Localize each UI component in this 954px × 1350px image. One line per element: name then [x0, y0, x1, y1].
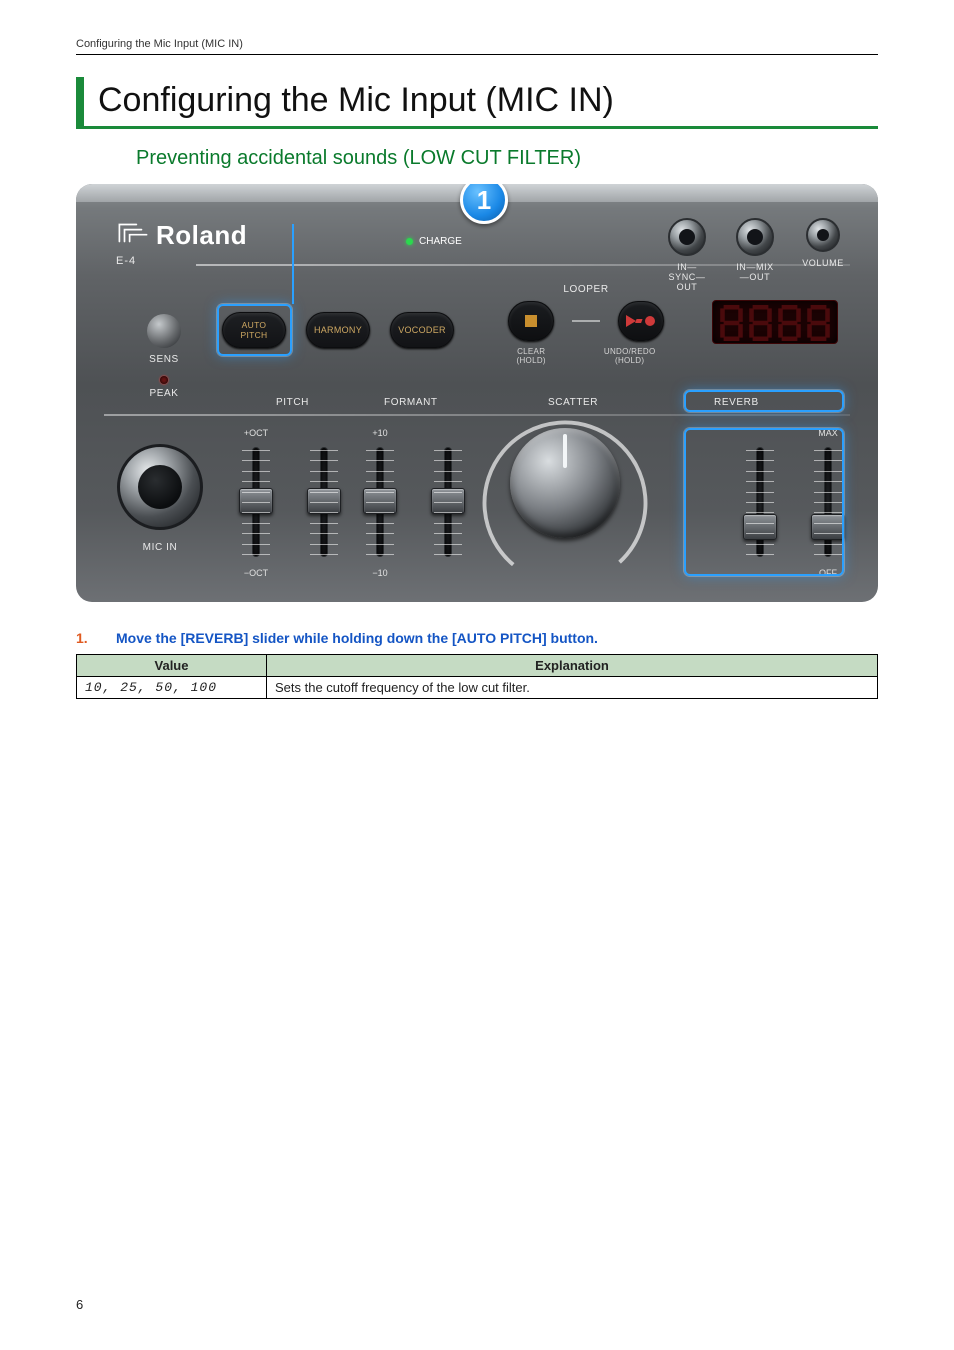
charge-indicator: CHARGE [406, 236, 462, 247]
table-header-explanation: Explanation [267, 655, 878, 677]
volume-label: VOLUME [802, 258, 844, 268]
seg-digit-icon [719, 305, 744, 341]
sens-label: SENS [134, 354, 194, 365]
slider-cap-top: +OCT [231, 428, 281, 438]
pitch-slider-group: +OCT −OCT [244, 442, 336, 562]
h1-container: Configuring the Mic Input (MIC IN) [76, 77, 878, 129]
table-cell-value: 10, 25, 50, 100 [77, 677, 267, 699]
looper-play-rec-button [618, 301, 664, 341]
jack-mix-label: IN—MIX—OUT [734, 262, 776, 282]
brand-area: Roland E-4 [116, 220, 247, 267]
looper-undo-label: UNDO/REDO(HOLD) [604, 347, 656, 365]
jack-sync: IN—SYNC—OUT [666, 218, 708, 292]
vocoder-button: VOCODER [390, 312, 454, 348]
parameter-table: Value Explanation 10, 25, 50, 100 Sets t… [76, 654, 878, 699]
jack-ring-icon [668, 218, 706, 256]
big-knob-icon [510, 428, 620, 538]
stop-icon [525, 315, 537, 327]
pitch-slider-2 [312, 442, 336, 562]
peak-indicator: PEAK [138, 376, 190, 399]
scatter-knob [490, 428, 640, 538]
volume-knob-icon [806, 218, 840, 252]
formant-slider: +10 −10 [368, 442, 392, 562]
scatter-label: SCATTER [548, 397, 598, 408]
step-number: 1. [76, 630, 94, 646]
device-panel-figure: 1 Roland E-4 CHARGE IN—SYNC—OUT IN—MIX—O… [76, 184, 878, 602]
step-text: Move the [REVERB] slider while holding d… [116, 630, 598, 646]
seg-digit-icon [777, 305, 802, 341]
section-heading: Preventing accidental sounds (LOW CUT FI… [136, 147, 878, 170]
slider-cap-bot: −OCT [231, 568, 281, 578]
jack-mix: IN—MIX—OUT [734, 218, 776, 282]
jack-row: IN—SYNC—OUT IN—MIX—OUT VOLUME [666, 218, 844, 292]
highlight-auto-pitch [217, 304, 292, 356]
highlight-reverb-label [684, 390, 844, 412]
panel-divider-mid [104, 414, 850, 416]
looper-stop-button [508, 301, 554, 341]
seg-digit-icon [748, 305, 773, 341]
callout-leader [292, 224, 294, 304]
table-header-value: Value [77, 655, 267, 677]
formant-slider-group: +10 −10 [368, 442, 460, 562]
charge-led-icon [406, 238, 413, 245]
mic-in-jack: MIC IN [110, 444, 210, 553]
table-row: 10, 25, 50, 100 Sets the cutoff frequenc… [77, 677, 878, 699]
peak-led-icon [160, 376, 168, 384]
pitch-slider: +OCT −OCT [244, 442, 268, 562]
looper-title: LOOPER [486, 284, 686, 295]
formant-slider-2 [436, 442, 460, 562]
pitch-label: PITCH [276, 397, 309, 408]
brand-name: Roland [156, 220, 247, 251]
charge-label: CHARGE [419, 236, 462, 247]
seg-digit-icon [806, 305, 831, 341]
looper-clear-label: CLEAR(HOLD) [517, 347, 546, 365]
mic-in-ring-icon [117, 444, 203, 530]
brand-logo-icon [116, 221, 150, 250]
mic-in-label: MIC IN [110, 542, 210, 553]
running-header: Configuring the Mic Input (MIC IN) [76, 38, 878, 55]
looper-section: LOOPER CLEAR(HOLD) UNDO/REDO(HOLD) [486, 284, 686, 365]
table-cell-explanation: Sets the cutoff frequency of the low cut… [267, 677, 878, 699]
callout-badge-1: 1 [460, 184, 508, 224]
slider-cap-bot: −10 [355, 568, 405, 578]
play-rec-icon [626, 315, 656, 327]
page-number: 6 [76, 1297, 83, 1312]
sens-knob: SENS [134, 314, 194, 365]
harmony-button: HARMONY [306, 312, 370, 348]
peak-label: PEAK [138, 388, 190, 399]
highlight-reverb-sliders [684, 428, 844, 576]
knob-icon [147, 314, 181, 348]
jack-ring-icon [736, 218, 774, 256]
step-1: 1. Move the [REVERB] slider while holdin… [76, 630, 878, 646]
slider-cap-top: +10 [355, 428, 405, 438]
formant-label: FORMANT [384, 397, 438, 408]
jack-volume: VOLUME [802, 218, 844, 268]
connector-line [572, 320, 600, 322]
page-title: Configuring the Mic Input (MIC IN) [98, 81, 878, 120]
seven-segment-display [712, 300, 838, 344]
